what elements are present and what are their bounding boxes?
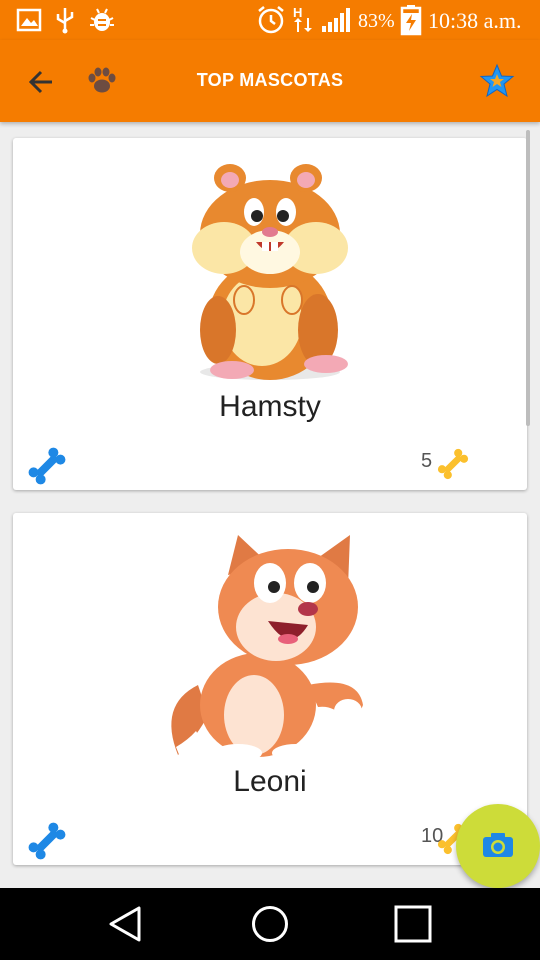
likes-count: 5 bbox=[421, 450, 433, 472]
pet-card[interactable]: Hamsty 5 bbox=[13, 138, 527, 490]
camera-button[interactable] bbox=[456, 804, 540, 888]
status-bar: H 83% 10:38 a.m. bbox=[0, 0, 540, 40]
svg-text:H: H bbox=[293, 5, 302, 20]
battery-charging-icon bbox=[400, 5, 422, 36]
home-circle-icon[interactable] bbox=[250, 904, 290, 944]
hamster-illustration bbox=[192, 164, 348, 380]
battery-percent: 83% bbox=[358, 10, 395, 32]
paw-icon[interactable] bbox=[86, 64, 118, 96]
image-icon bbox=[16, 8, 42, 32]
page-title: TOP MASCOTAS bbox=[196, 70, 344, 90]
bone-rating-icon bbox=[437, 448, 469, 480]
cat-illustration bbox=[171, 535, 363, 761]
pet-card[interactable]: Leoni 10 bbox=[13, 513, 527, 865]
clock: 10:38 a.m. bbox=[428, 8, 522, 33]
back-triangle-icon[interactable] bbox=[106, 904, 146, 944]
signal-icon bbox=[322, 8, 350, 32]
bone-icon[interactable] bbox=[25, 444, 69, 488]
navigation-bar bbox=[0, 888, 540, 960]
android-debug-icon bbox=[90, 8, 114, 31]
pet-name: Leoni bbox=[233, 765, 307, 798]
alarm-icon bbox=[258, 6, 284, 34]
app-bar: TOP MASCOTAS bbox=[0, 40, 540, 122]
usb-icon bbox=[56, 8, 74, 34]
scrollbar[interactable] bbox=[526, 130, 530, 426]
bone-icon[interactable] bbox=[25, 819, 69, 863]
arrow-back-icon[interactable] bbox=[26, 66, 58, 98]
recents-square-icon[interactable] bbox=[393, 904, 433, 944]
camera-icon bbox=[483, 833, 513, 857]
data-transfer-icon: H bbox=[293, 5, 312, 32]
star-icon[interactable] bbox=[478, 62, 516, 100]
pet-name: Hamsty bbox=[219, 390, 321, 423]
